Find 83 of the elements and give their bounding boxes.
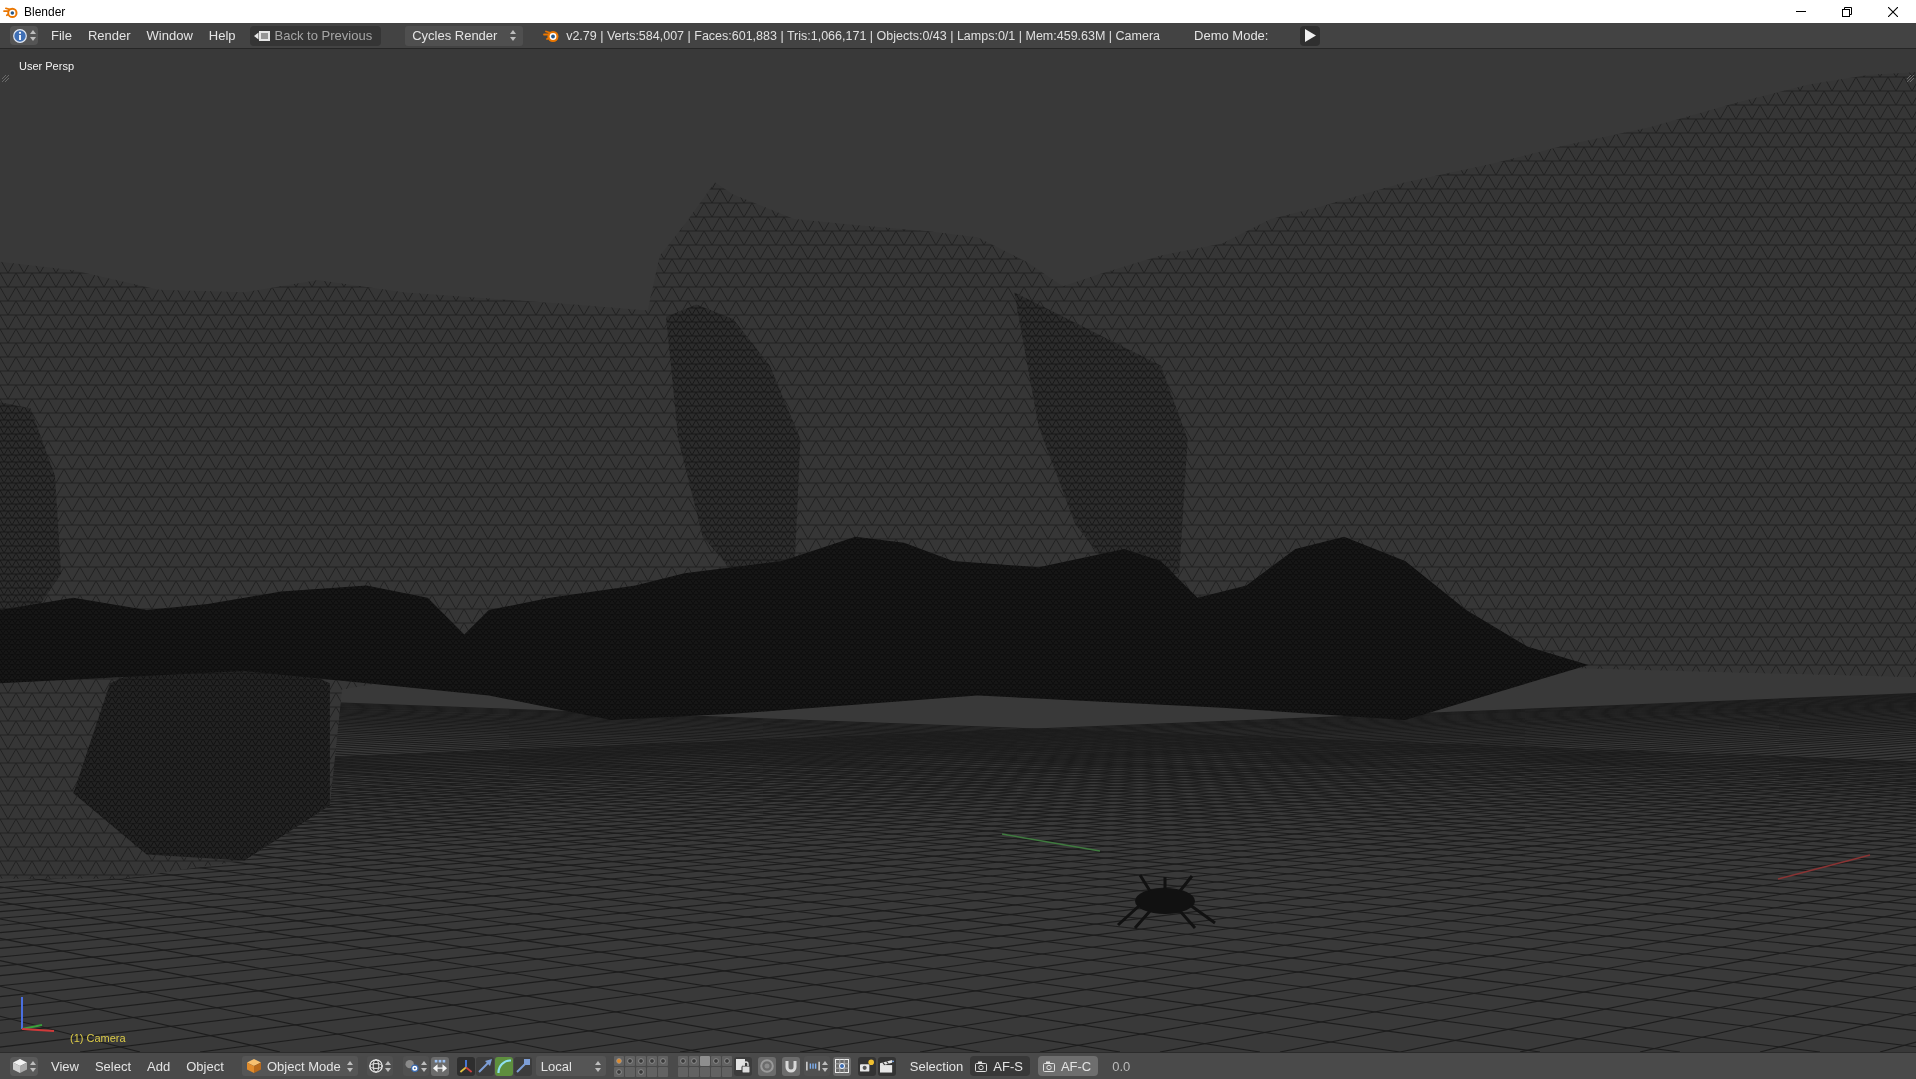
interaction-mode-dropdown[interactable]: Object Mode — [241, 1056, 358, 1076]
updown-arrows-icon — [29, 1060, 36, 1072]
scale-handle-icon — [515, 1059, 530, 1073]
editor-type-button[interactable] — [10, 26, 38, 45]
updown-arrows-icon — [29, 30, 36, 41]
lock-layers-button[interactable] — [733, 1056, 752, 1076]
menu-item[interactable]: Object — [178, 1056, 232, 1076]
demo-mode-label: Demo Mode: — [1194, 28, 1269, 43]
blender-logo-icon — [3, 4, 18, 19]
layer-button[interactable] — [624, 1066, 635, 1077]
cube-icon — [12, 1059, 27, 1073]
menu-item[interactable]: View — [43, 1056, 87, 1076]
updown-arrows-icon — [821, 1060, 828, 1072]
menu-item[interactable]: Render — [79, 25, 139, 46]
scene-stats: v2.79 | Verts:584,007 | Faces:601,883 | Tris:1,066,171 | Objects:0/43 | Lamps:0/1 | Mem:459.63M | Camera — [566, 28, 1161, 43]
manipulator-button[interactable] — [475, 1056, 494, 1076]
pivot-point-icon — [404, 1059, 419, 1073]
area-corner-icon[interactable] — [1907, 75, 1914, 82]
menu-item[interactable]: Add — [139, 1056, 179, 1076]
blender-logo-icon — [543, 28, 560, 43]
manipulate-center-toggle[interactable] — [430, 1056, 449, 1076]
updown-arrows-icon — [594, 1060, 601, 1072]
camera-light-icon — [859, 1059, 874, 1073]
focus-mode-button[interactable]: AF-S — [970, 1056, 1030, 1076]
layer-button[interactable] — [721, 1066, 732, 1077]
grid-crosshair-icon — [834, 1059, 849, 1073]
back-arrow-icon — [253, 29, 270, 42]
play-button[interactable] — [1300, 25, 1321, 46]
layer-button[interactable] — [646, 1066, 657, 1077]
layer-button[interactable] — [657, 1066, 668, 1077]
proportional-editing-toggle[interactable] — [757, 1056, 776, 1076]
area-corner-icon[interactable] — [2, 75, 9, 82]
menu-item[interactable]: File — [43, 25, 80, 46]
render-animation-button[interactable] — [877, 1056, 896, 1076]
close-icon — [1888, 6, 1898, 17]
menu-item[interactable]: Window — [138, 25, 201, 46]
viewport-shading-dropdown[interactable] — [366, 1056, 393, 1076]
editor-type-button[interactable] — [10, 1056, 38, 1076]
menu-item[interactable]: Select — [86, 1056, 140, 1076]
layer-button[interactable] — [710, 1066, 721, 1077]
play-icon — [1304, 29, 1316, 42]
updown-arrows-icon — [420, 1060, 427, 1072]
snap-element-dropdown[interactable] — [803, 1056, 830, 1076]
magnet-icon — [783, 1059, 798, 1073]
pivot-point-dropdown[interactable] — [402, 1056, 429, 1076]
render-button[interactable] — [857, 1056, 876, 1076]
back-to-previous-button[interactable]: Back to Previous — [249, 25, 382, 46]
arc-icon — [496, 1059, 511, 1073]
wireframe-sphere-icon — [368, 1059, 383, 1073]
snap-target-toggle[interactable] — [832, 1056, 851, 1076]
layer-button[interactable] — [699, 1055, 710, 1066]
active-object-label: (1) Camera — [70, 1032, 126, 1044]
updown-arrows-icon — [510, 30, 517, 41]
clapperboard-icon — [879, 1059, 894, 1073]
restore-icon — [1842, 6, 1852, 17]
window-title: Blender — [24, 4, 66, 19]
info-icon — [12, 28, 27, 43]
layer-button[interactable] — [677, 1066, 688, 1077]
camera-icon — [1042, 1060, 1055, 1072]
arrow-icon — [477, 1059, 492, 1073]
cube-icon — [246, 1059, 261, 1073]
layer-button[interactable] — [699, 1066, 710, 1077]
value-readout: 0.0 — [1112, 1058, 1131, 1074]
axis-tripod-icon — [458, 1059, 473, 1073]
snap-toggle[interactable] — [781, 1056, 800, 1076]
render-engine-dropdown[interactable]: Cycles Render — [405, 25, 524, 46]
ring-icon — [759, 1059, 774, 1073]
menu-item[interactable]: Help — [200, 25, 244, 46]
view-label: User Persp — [19, 60, 75, 72]
transform-orientation-dropdown[interactable]: Local — [535, 1056, 606, 1076]
minimize-icon — [1796, 11, 1806, 12]
camera-icon — [975, 1060, 988, 1072]
manipulator-button[interactable] — [513, 1056, 532, 1076]
center-points-icon — [432, 1059, 447, 1073]
updown-arrows-icon — [346, 1060, 353, 1072]
layer-button[interactable] — [688, 1066, 699, 1077]
focus-mode-button[interactable]: AF-C — [1037, 1056, 1099, 1076]
increment-bars-icon — [805, 1059, 820, 1073]
updown-arrows-icon — [384, 1060, 391, 1072]
manipulator-toggle[interactable] — [456, 1056, 475, 1076]
selection-label: Selection — [909, 1058, 964, 1074]
lock-icon — [735, 1059, 750, 1073]
manipulator-button[interactable] — [494, 1056, 513, 1076]
